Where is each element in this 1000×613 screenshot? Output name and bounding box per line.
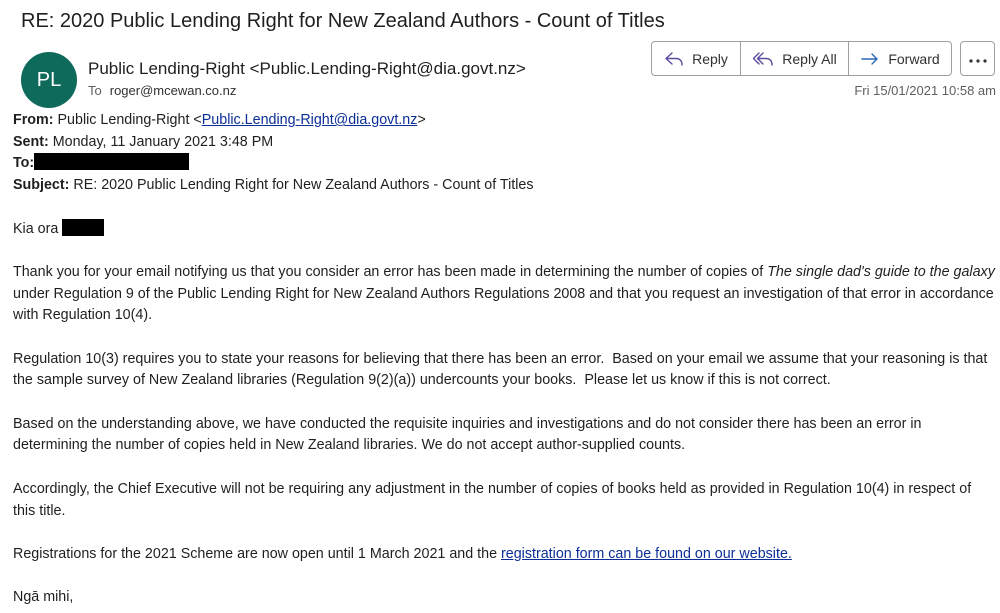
- reply-all-button[interactable]: Reply All: [740, 42, 848, 75]
- quoted-subject: Subject: RE: 2020 Public Lending Right f…: [13, 175, 997, 197]
- paragraph-5-a: Registrations for the 2021 Scheme are no…: [13, 545, 501, 562]
- greeting-text: Kia ora: [13, 220, 59, 237]
- paragraph-4: Accordingly, the Chief Executive will no…: [13, 480, 972, 519]
- quoted-sent: Sent: Monday, 11 January 2021 3:48 PM: [13, 132, 997, 154]
- reply-all-label: Reply All: [782, 50, 837, 67]
- paragraph-1: Thank you for your email notifying us th…: [13, 262, 997, 327]
- avatar-initials: PL: [36, 68, 62, 91]
- paragraph-2: Regulation 10(3) requires you to state y…: [13, 350, 992, 389]
- redacted-name: [62, 218, 105, 236]
- forward-button[interactable]: Forward: [848, 42, 951, 75]
- forward-icon: [860, 51, 880, 67]
- quoted-subject-label: Subject:: [13, 177, 70, 194]
- email-subject-title: RE: 2020 Public Lending Right for New Ze…: [21, 10, 665, 32]
- sender-name[interactable]: Public Lending-Right <Public.Lending-Rig…: [88, 59, 526, 79]
- paragraph-1-b: under Regulation 9 of the Public Lending…: [13, 285, 994, 324]
- recipient-line: To roger@mcewan.co.nz: [88, 83, 236, 98]
- reply-button[interactable]: Reply: [652, 42, 740, 75]
- quoted-to: To:: [13, 153, 997, 175]
- quoted-sent-value: Monday, 11 January 2021 3:48 PM: [52, 133, 274, 150]
- registration-form-link[interactable]: registration form can be found on our we…: [501, 546, 792, 562]
- sender-avatar: PL: [21, 52, 77, 108]
- reply-all-icon: [752, 51, 774, 67]
- paragraph-5: Registrations for the 2021 Scheme are no…: [13, 544, 997, 566]
- quoted-from-close: >: [417, 112, 426, 128]
- more-icon: [968, 50, 987, 68]
- quoted-to-label: To:: [13, 155, 35, 172]
- paragraph-1-a: Thank you for your email notifying us th…: [13, 263, 768, 280]
- received-date: Fri 15/01/2021 10:58 am: [854, 83, 996, 98]
- more-actions-button[interactable]: [960, 41, 995, 76]
- quoted-from-label: From:: [13, 112, 54, 128]
- reply-label: Reply: [692, 50, 728, 67]
- recipient-address[interactable]: roger@mcewan.co.nz: [110, 83, 237, 98]
- paragraph-3: Based on the understanding above, we hav…: [13, 415, 922, 454]
- to-label: To: [88, 83, 102, 98]
- quoted-sent-label: Sent:: [13, 133, 49, 150]
- greeting: Kia ora: [13, 218, 997, 241]
- message-body: From: Public Lending-Right <Public.Lendi…: [13, 110, 997, 609]
- reply-actions: Reply Reply All Forward: [651, 41, 952, 76]
- quoted-from: From: Public Lending-Right <Public.Lendi…: [13, 110, 997, 132]
- quoted-from-name: Public Lending-Right <: [57, 112, 202, 128]
- quoted-from-email-link[interactable]: Public.Lending-Right@dia.govt.nz: [202, 112, 418, 128]
- redacted-recipient: [34, 153, 190, 171]
- quoted-subject-value: RE: 2020 Public Lending Right for New Ze…: [73, 177, 534, 194]
- forward-label: Forward: [888, 50, 940, 67]
- reply-icon: [664, 51, 684, 67]
- book-title: The single dad's guide to the galaxy: [767, 263, 995, 280]
- sign-off: Ngā mihi,: [13, 589, 74, 606]
